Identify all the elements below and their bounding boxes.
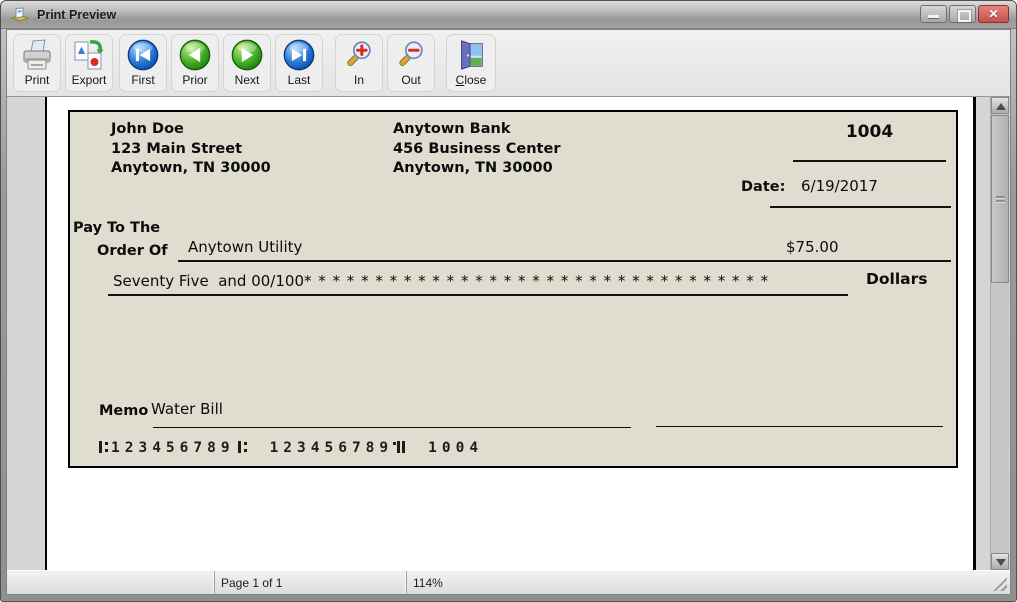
micr-transit-icon [237, 440, 248, 454]
export-label: Export [71, 73, 107, 87]
next-button[interactable]: Next [223, 34, 271, 92]
close-button[interactable]: ✕ [978, 5, 1009, 23]
bank-address1: 456 Business Center [393, 140, 561, 157]
statusbar-panel-empty [7, 571, 214, 594]
check-number-line [793, 160, 946, 162]
zoom-out-label: Out [401, 73, 421, 87]
amount-words: Seventy Five and 00/100* * * * * * * * *… [113, 272, 770, 290]
last-button[interactable]: Last [275, 34, 323, 92]
micr-transit-icon [98, 440, 109, 454]
scroll-up-button[interactable] [991, 97, 1009, 114]
statusbar: Page 1 of 1 114% [7, 570, 1010, 594]
scroll-down-button[interactable] [991, 553, 1009, 570]
first-label: First [131, 73, 155, 87]
close-door-icon [461, 40, 483, 70]
scrollbar-thumb[interactable] [991, 115, 1009, 283]
pay-to-label-line1: Pay To The [73, 220, 161, 236]
printer-icon [23, 39, 51, 70]
down-arrow-icon [996, 559, 1006, 566]
close-preview-label: Close [455, 73, 487, 87]
memo-value: Water Bill [151, 400, 223, 418]
payee-name: Anytown Utility [188, 238, 303, 256]
minimize-button[interactable] [920, 5, 947, 23]
check-number: 1004 [845, 122, 894, 142]
statusbar-page-info: Page 1 of 1 [214, 571, 406, 594]
check-document: John Doe 123 Main Street Anytown, TN 300… [68, 110, 958, 468]
window-controls: ✕ [918, 5, 1009, 23]
export-icon [74, 40, 104, 70]
amount-words-line [108, 294, 848, 296]
memo-line [153, 427, 631, 428]
zoom-out-button[interactable]: Out [387, 34, 435, 92]
first-page-icon [127, 39, 159, 71]
titlebar: Print Preview ✕ [1, 1, 1016, 29]
toolbar: Print Export First Prior Next Last In Ou… [7, 30, 1010, 97]
prior-button[interactable]: Prior [171, 34, 219, 92]
date-line [770, 206, 951, 208]
payer-address1: 123 Main Street [111, 140, 242, 157]
zoom-out-icon [399, 41, 423, 67]
thumb-grip-icon [996, 196, 1005, 198]
amount-numeric: $75.00 [786, 238, 839, 256]
vertical-scrollbar[interactable] [990, 97, 1009, 570]
screen: Print Preview ✕ Print Export First Prior… [0, 0, 1017, 602]
dollars-label: Dollars [866, 270, 928, 288]
export-button[interactable]: Export [65, 34, 113, 92]
payer-name: John Doe [111, 121, 184, 137]
print-label: Print [24, 73, 50, 87]
statusbar-zoom-level: 114% [406, 571, 1010, 594]
bank-block: Anytown Bank 456 Business Center Anytown… [393, 120, 560, 179]
micr-routing: 123456789 [111, 440, 235, 456]
micr-line: 123456789 123456789 1004 [96, 440, 483, 456]
window-title: Print Preview [37, 7, 117, 22]
date-value: 6/19/2017 [801, 177, 878, 195]
pay-to-label-line2: Order Of [97, 243, 168, 259]
bank-name: Anytown Bank [393, 121, 511, 137]
preview-area[interactable]: John Doe 123 Main Street Anytown, TN 300… [7, 97, 1010, 570]
amount-line [775, 260, 951, 262]
restore-button[interactable] [949, 5, 976, 23]
first-button[interactable]: First [119, 34, 167, 92]
signature-line [656, 426, 943, 427]
amount-fill: * * * * * * * * * * * * * * * * * * * * … [304, 272, 770, 290]
payer-block: John Doe 123 Main Street Anytown, TN 300… [111, 120, 271, 179]
payer-address2: Anytown, TN 30000 [111, 160, 271, 176]
prior-label: Prior [182, 73, 208, 87]
zoom-in-icon [347, 41, 371, 67]
up-arrow-icon [996, 103, 1006, 110]
memo-label: Memo [99, 403, 149, 419]
close-preview-button[interactable]: Close [446, 34, 496, 92]
next-label: Next [234, 73, 260, 87]
micr-account: 123456789 [269, 440, 394, 456]
next-page-icon [231, 39, 263, 71]
client-area: Print Export First Prior Next Last In Ou… [6, 29, 1011, 595]
print-preview-window: Print Preview ✕ Print Export First Prior… [0, 0, 1017, 602]
zoom-in-button[interactable]: In [335, 34, 383, 92]
micr-check-number: 1004 [428, 440, 484, 456]
micr-onus-icon [393, 440, 406, 454]
bank-address2: Anytown, TN 30000 [393, 160, 553, 176]
last-page-icon [283, 39, 315, 71]
print-preview-icon [10, 6, 30, 22]
last-label: Last [287, 73, 311, 87]
payee-line [178, 260, 836, 262]
zoom-in-label: In [353, 73, 364, 87]
print-button[interactable]: Print [13, 34, 61, 92]
prior-page-icon [179, 39, 211, 71]
date-label: Date: [741, 179, 786, 195]
